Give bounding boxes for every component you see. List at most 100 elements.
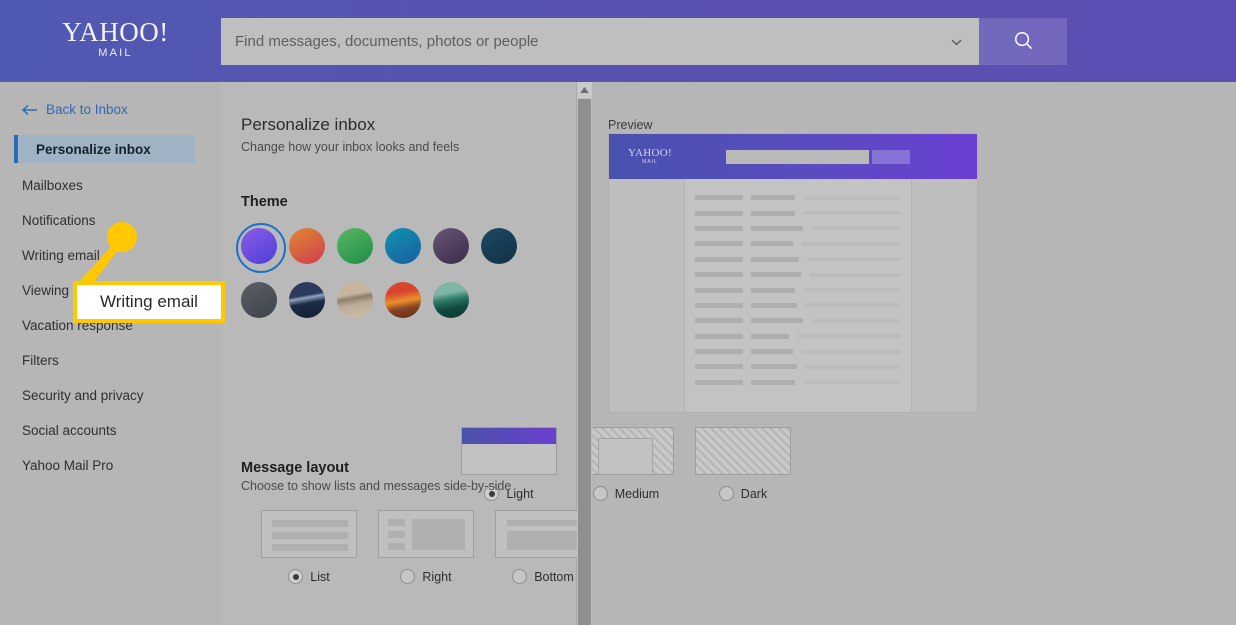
preview-search-bar [726,150,869,164]
theme-swatch-purple-violet[interactable] [236,223,286,273]
preview-sender-placeholder [695,379,743,385]
theme-swatch-teal-mountain[interactable] [433,282,469,318]
preview-message-row [695,282,901,297]
preview-snippet-placeholder [803,195,901,200]
preview-sender-placeholder [695,364,743,370]
yahoo-mail-logo[interactable]: YAHOO! MAIL [58,18,173,59]
preview-message-row [695,205,901,220]
density-option-medium[interactable]: Medium [578,427,674,501]
sidebar-item-personalize-inbox[interactable]: Personalize inbox [14,135,195,163]
arrow-left-icon [21,104,38,116]
preview-message-row [695,313,901,328]
preview-subject-placeholder [751,210,795,216]
theme-swatch-teal-blue[interactable] [385,228,421,264]
settings-sidebar: Back to Inbox Personalize inbox Mailboxe… [0,82,221,625]
radio-right[interactable] [400,569,416,584]
preview-logo-primary: YAHOO! [628,147,672,159]
density-label-dark: Dark [740,486,768,501]
preview-subject-placeholder [751,349,793,355]
layout-label-list: List [310,569,330,584]
message-layout-subtitle: Choose to show lists and messages side-b… [241,479,512,493]
layout-label-right: Right [422,569,452,584]
theme-swatch-orange-red[interactable] [289,228,325,264]
preview-message-row [695,375,901,390]
message-layout-options: List Right Bottom [261,510,591,584]
theme-section: Theme [236,194,517,318]
preview-sender-placeholder [695,210,743,216]
logo-secondary-text: MAIL [98,47,133,59]
preview-message-row [695,329,901,344]
sidebar-item-label: Mailboxes [22,177,83,193]
preview-snippet-placeholder [803,211,901,216]
sidebar-item-label: Yahoo Mail Pro [22,457,114,473]
preview-header: YAHOO! MAIL [609,134,977,179]
layout-preview-list [261,510,357,558]
layout-option-list[interactable]: List [261,510,357,584]
preview-search-button [872,150,910,164]
search-area [221,18,979,65]
sidebar-item-yahoo-mail-pro[interactable]: Yahoo Mail Pro [0,452,221,478]
back-to-inbox-link[interactable]: Back to Inbox [21,102,128,117]
sidebar-item-label: Security and privacy [22,387,144,403]
preview-snippet-placeholder [811,318,901,323]
theme-swatch-charcoal[interactable] [241,282,277,318]
preview-subject-placeholder [751,195,795,201]
chevron-down-icon[interactable] [950,35,963,48]
radio-dark[interactable] [718,486,734,501]
preview-message-row [695,359,901,374]
preview-snippet-placeholder [803,380,901,385]
radio-medium[interactable] [592,486,608,501]
theme-swatch-night-lake[interactable] [289,282,325,318]
preview-subject-placeholder [751,318,803,324]
theme-swatch-row-2 [241,282,517,318]
preview-sender-placeholder [695,287,743,293]
search-box[interactable] [221,18,979,65]
message-layout-section: Message layout Choose to show lists and … [241,460,591,584]
preview-sender-placeholder [695,256,743,262]
preview-sender-placeholder [695,225,743,231]
preview-subject-placeholder [751,302,797,308]
density-option-dark[interactable]: Dark [695,427,791,501]
preview-label: Preview [608,118,653,132]
scrollbar-thumb[interactable] [578,99,591,625]
preview-left-column [609,179,685,412]
panel-scrollbar[interactable] [577,82,592,625]
theme-swatch-navy[interactable] [481,228,517,264]
preview-sender-placeholder [695,333,743,339]
theme-swatch-green[interactable] [337,228,373,264]
theme-swatch-dark-purple[interactable] [433,228,469,264]
sidebar-item-filters[interactable]: Filters [0,347,221,373]
sidebar-item-label: Social accounts [22,422,117,438]
preview-snippet-placeholder [801,349,901,354]
preview-snippet-placeholder [805,364,901,369]
layout-option-right[interactable]: Right [378,510,474,584]
triangle-up-icon[interactable] [577,82,592,98]
sidebar-item-social-accounts[interactable]: Social accounts [0,417,221,443]
radio-bottom[interactable] [512,569,528,584]
sidebar-item-security-and-privacy[interactable]: Security and privacy [0,382,221,408]
preview-panel: YAHOO! MAIL [608,133,978,413]
settings-panel: Personalize inbox Change how your inbox … [221,82,791,625]
preview-sender-placeholder [695,349,743,355]
preview-message-row [695,236,901,251]
density-header-bar [462,428,556,444]
density-label-medium: Medium [614,486,660,501]
page-title: Personalize inbox [241,115,376,134]
theme-swatch-row-1 [236,223,517,273]
preview-message-rows [695,190,901,390]
preview-subject-placeholder [751,379,795,385]
preview-subject-placeholder [751,333,789,339]
app-header: YAHOO! MAIL [0,0,1236,82]
preview-message-row [695,252,901,267]
theme-swatch-sunset[interactable] [385,282,421,318]
layout-preview-right [378,510,474,558]
search-input[interactable] [235,33,925,50]
radio-list[interactable] [288,569,304,584]
theme-swatch-desert-beige[interactable] [337,282,373,318]
preview-snippet-placeholder [811,226,901,231]
back-to-inbox-label: Back to Inbox [46,102,128,117]
preview-message-row [695,344,901,359]
page-subtitle: Change how your inbox looks and feels [241,140,460,154]
search-button[interactable] [979,18,1067,65]
sidebar-item-mailboxes[interactable]: Mailboxes [0,172,221,198]
